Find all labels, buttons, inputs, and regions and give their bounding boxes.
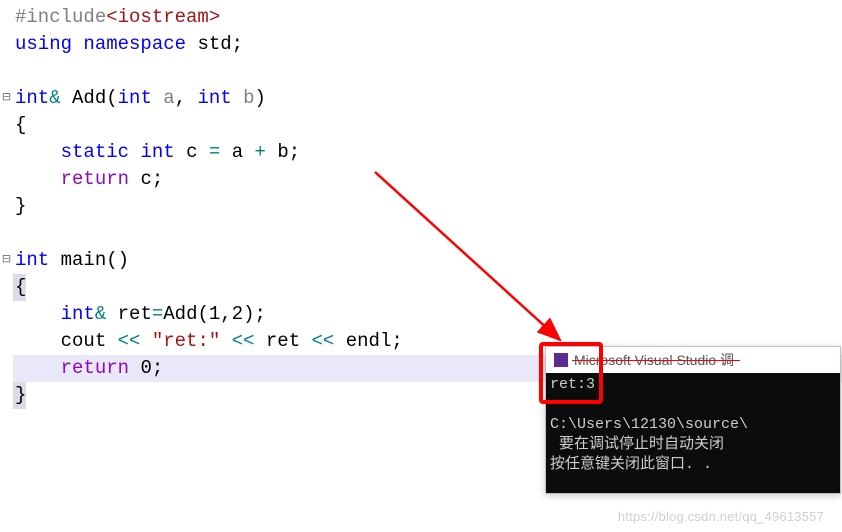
brace-close: } — [15, 384, 26, 406]
code-line: } — [13, 193, 26, 220]
fold-gutter[interactable]: ⊟ — [0, 85, 13, 112]
code-line: #include<iostream> — [13, 4, 220, 31]
code-line: return 0; — [13, 355, 163, 382]
console-window: Microsoft Visual Studio 调 ret:3 C:\Users… — [545, 346, 841, 494]
code-line: int& ret=Add(1,2); — [13, 301, 266, 328]
code-line: int main() — [13, 247, 129, 274]
code-line: { — [13, 112, 26, 139]
console-body[interactable]: ret:3 C:\Users\12130\source\ 要在调试停止时自动关闭… — [546, 373, 840, 493]
code-line: int& Add(int a, int b) — [13, 85, 266, 112]
console-path: C:\Users\12130\source\ — [550, 415, 836, 435]
preproc-directive: #include — [15, 6, 106, 28]
brace-open: { — [15, 276, 26, 298]
console-msg: 要在调试停止时自动关闭 — [550, 435, 836, 455]
vs-icon — [554, 353, 568, 367]
code-line: { — [13, 274, 26, 301]
code-line: cout << "ret:" << ret << endl; — [13, 328, 403, 355]
code-line: return c; — [13, 166, 163, 193]
code-line: using namespace std; — [13, 31, 243, 58]
console-output: ret:3 — [550, 375, 836, 395]
code-line: } — [13, 382, 26, 409]
code-line: static int c = a + b; — [13, 139, 300, 166]
watermark: https://blog.csdn.net/qq_49613557 — [618, 509, 824, 524]
console-msg: 按任意键关闭此窗口. . — [550, 455, 836, 475]
include-header: <iostream> — [106, 6, 220, 28]
title-strike — [572, 360, 740, 361]
console-titlebar[interactable]: Microsoft Visual Studio 调 — [546, 347, 840, 373]
fold-gutter[interactable]: ⊟ — [0, 247, 13, 274]
